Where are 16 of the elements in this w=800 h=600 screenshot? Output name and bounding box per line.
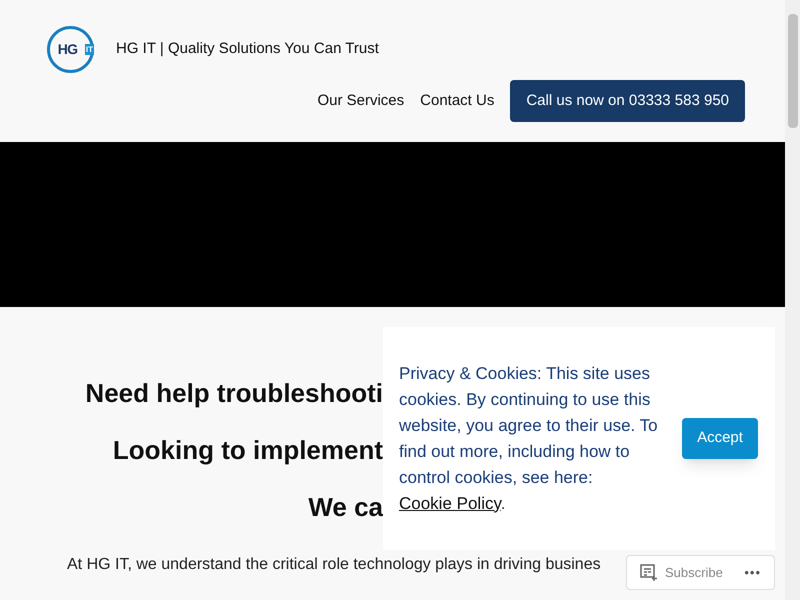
cookie-policy-link[interactable]: Cookie Policy	[399, 494, 501, 512]
nav-link[interactable]: Our Services	[317, 90, 404, 112]
call-button[interactable]: Call us now on 03333 583 950	[510, 80, 745, 122]
heading: Looking to implement	[112, 434, 383, 466]
body-text: At HG IT, we understand the critical role technology plays in driving busines	[67, 555, 601, 575]
logo: HG IT	[47, 26, 94, 73]
accept-button[interactable]: Accept	[682, 418, 758, 459]
site-title[interactable]: HG IT | Quality Solutions You Can Trust	[116, 38, 379, 61]
heading: Need help troubleshooti	[85, 377, 383, 409]
nav-link[interactable]: Contact Us	[420, 90, 494, 112]
cookie-text: Privacy & Cookies: This site uses cookies. By continuing to use this website, you agree to their use. To find out more, including how to control cookies, see here: Cookie Policy.	[399, 362, 659, 514]
more-button[interactable]: •••	[744, 562, 761, 582]
heading: We ca	[308, 491, 383, 523]
scrollbar[interactable]	[785, 0, 800, 600]
reader-icon	[640, 564, 658, 581]
subscribe-link[interactable]: Subscribe	[665, 562, 723, 582]
